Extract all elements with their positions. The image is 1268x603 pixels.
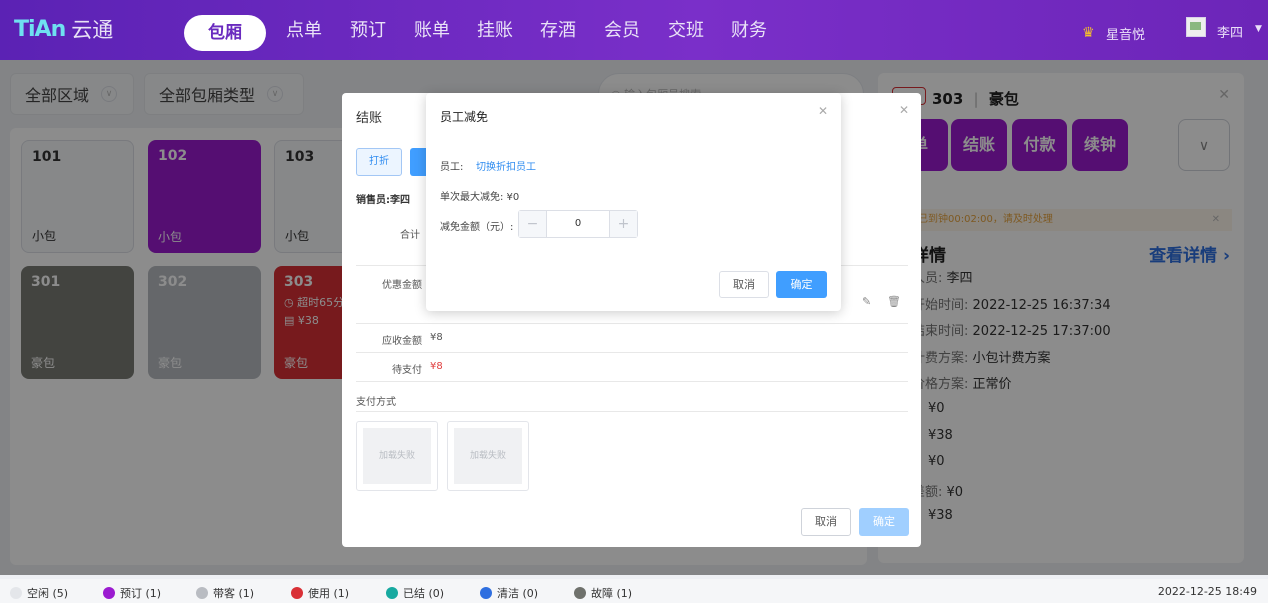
close-icon[interactable]: ✕ — [899, 103, 909, 117]
user-name[interactable]: 李四 — [1217, 22, 1243, 41]
store-name[interactable]: 星音悦 — [1106, 24, 1145, 43]
caret-down-icon[interactable]: ▼ — [1255, 24, 1262, 34]
nav-item-bills[interactable]: 账单 — [414, 18, 450, 44]
minus-icon[interactable]: − — [519, 211, 546, 237]
max-discount-label: 单次最大减免: ¥0 — [440, 192, 520, 203]
pay-method-tile[interactable]: 加载失败 — [356, 421, 438, 491]
pay-method-label: 支付方式 — [356, 397, 396, 408]
nav-item-reserve[interactable]: 预订 — [350, 18, 386, 44]
pay-method-image: 加载失败 — [454, 428, 522, 484]
nav-item-finance[interactable]: 财务 — [731, 18, 767, 44]
current-time: 2022-12-25 18:49 — [1157, 585, 1257, 598]
pay-method-tile[interactable]: 加载失败 — [447, 421, 529, 491]
cancel-button[interactable]: 取消 — [719, 271, 769, 298]
status-dot — [480, 587, 492, 599]
status-bar: 空闲 (5) 预订 (1) 带客 (1) 使用 (1) 已结 (0) 清洁 (0… — [0, 579, 1268, 603]
pending-value: ¥8 — [430, 361, 443, 372]
promo-label: 优惠金额 — [382, 280, 422, 291]
seller-label: 销售员:李四 — [356, 195, 410, 206]
receivable-value: ¥8 — [430, 332, 443, 343]
legend-label: 使用 (1) — [308, 587, 350, 600]
discount-amount-stepper[interactable]: − 0 + — [518, 210, 638, 238]
edit-icon[interactable]: ✎ — [862, 295, 871, 308]
app-logo[interactable]: TiAn 云通 — [14, 14, 113, 44]
pending-label: 待支付 — [392, 365, 422, 376]
avatar[interactable] — [1186, 17, 1206, 37]
divider — [356, 381, 908, 382]
legend-settled: 已结 (0) — [386, 585, 444, 601]
checkout-cancel-button[interactable]: 取消 — [801, 508, 851, 536]
nav-item-order[interactable]: 点单 — [286, 18, 322, 44]
confirm-button[interactable]: 确定 — [776, 271, 827, 298]
staff-discount-dialog: 员工减免 ✕ 员工: 切换折扣员工 单次最大减免: ¥0 减免金额（元）: − … — [426, 93, 841, 311]
legend-label: 故障 (1) — [591, 587, 633, 600]
divider — [356, 323, 908, 324]
plus-icon[interactable]: + — [610, 211, 637, 237]
discount-amount-input[interactable]: 0 — [546, 211, 610, 237]
top-bar: TiAn 云通 包厢 点单 预订 账单 挂账 存酒 会员 交班 财务 ♛ 星音悦… — [0, 0, 1268, 60]
brand-name: 云通 — [71, 18, 114, 42]
legend-guest: 带客 (1) — [196, 585, 254, 601]
legend-label: 清洁 (0) — [497, 587, 539, 600]
status-dot — [196, 587, 208, 599]
divider — [356, 352, 908, 353]
status-dot — [291, 587, 303, 599]
amount-label: 减免金额（元）: — [440, 222, 514, 233]
status-dot — [10, 587, 22, 599]
legend-cleaning: 清洁 (0) — [480, 585, 538, 601]
legend-label: 预订 (1) — [120, 587, 162, 600]
discount-button[interactable]: 打折 — [356, 148, 402, 176]
nav-item-wine[interactable]: 存酒 — [540, 18, 576, 44]
legend-inuse: 使用 (1) — [291, 585, 349, 601]
nav-item-rooms[interactable]: 包厢 — [184, 15, 266, 51]
delete-icon[interactable]: 🗑 — [887, 295, 901, 308]
status-dot — [386, 587, 398, 599]
pay-method-image: 加载失败 — [363, 428, 431, 484]
logo-mark: TiAn — [14, 16, 66, 42]
close-icon[interactable]: ✕ — [818, 104, 828, 118]
legend-broken: 故障 (1) — [574, 585, 632, 601]
dialog-title: 员工减免 — [440, 110, 489, 124]
divider — [356, 411, 908, 412]
checkout-confirm-button[interactable]: 确定 — [859, 508, 909, 536]
staff-label: 员工: — [440, 162, 464, 173]
receivable-label: 应收金额 — [382, 336, 422, 347]
status-dot — [103, 587, 115, 599]
status-dot — [574, 587, 586, 599]
legend-label: 带客 (1) — [213, 587, 255, 600]
checkout-title: 结账 — [356, 111, 383, 126]
total-label: 合计 — [400, 230, 420, 241]
legend-booked: 预订 (1) — [103, 585, 161, 601]
nav-item-credit[interactable]: 挂账 — [477, 18, 513, 44]
crown-icon: ♛ — [1082, 25, 1095, 41]
switch-staff-link[interactable]: 切换折扣员工 — [476, 158, 536, 173]
legend-label: 已结 (0) — [403, 587, 445, 600]
legend-idle: 空闲 (5) — [10, 585, 68, 601]
nav-item-shift[interactable]: 交班 — [668, 18, 704, 44]
legend-label: 空闲 (5) — [27, 587, 69, 600]
nav-item-member[interactable]: 会员 — [604, 18, 640, 44]
